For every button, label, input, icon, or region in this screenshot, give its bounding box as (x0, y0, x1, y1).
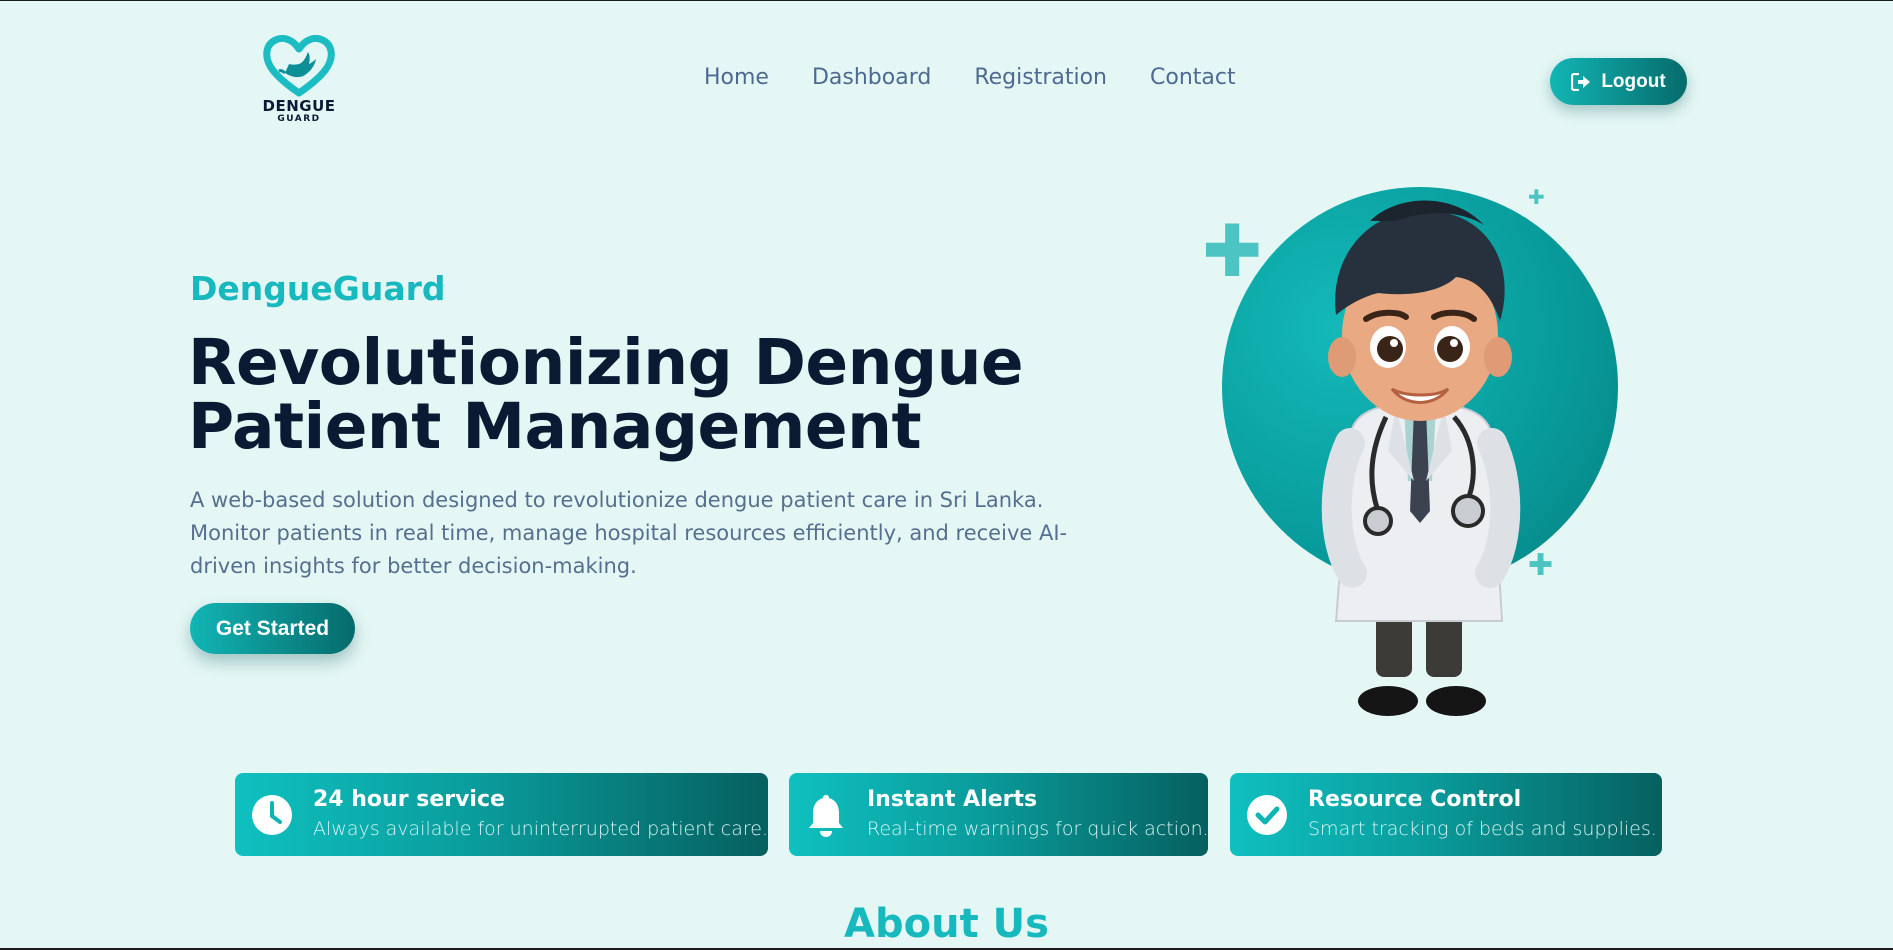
feature-text: Instant Alerts Real-time warnings for qu… (867, 787, 1209, 842)
feature-title: Instant Alerts (867, 787, 1038, 812)
hero-headline-line2: Patient Management (188, 390, 922, 463)
hero-description: A web-based solution designed to revolut… (190, 488, 1068, 578)
feature-title: 24 hour service (313, 787, 505, 812)
about-us-heading: About Us (844, 901, 1049, 947)
feature-description: Always available for uninterrupted patie… (313, 818, 768, 840)
nav-home[interactable]: Home (704, 65, 769, 90)
cartoon-doctor-illustration: ✚ ✚ ✚ (1200, 181, 1618, 741)
logo-line1: DENGUE (262, 97, 336, 115)
hero-brand-label: DengueGuard (190, 269, 446, 308)
nav-dashboard[interactable]: Dashboard (812, 65, 931, 90)
clock-icon (251, 794, 293, 836)
doctor-figure (1321, 200, 1521, 716)
feature-card-resource-control[interactable]: Resource Control Smart tracking of beds … (1230, 773, 1662, 856)
hero-headline-line1: Revolutionizing Dengue (188, 326, 1024, 399)
feature-card-instant-alerts[interactable]: Instant Alerts Real-time warnings for qu… (789, 773, 1209, 856)
main-nav: Home Dashboard Registration Contact (704, 65, 1236, 90)
page: DENGUE GUARD Home Dashboard Registration… (0, 0, 1893, 950)
sign-out-icon (1571, 72, 1591, 91)
get-started-button[interactable]: Get Started (190, 603, 355, 654)
site-logo[interactable]: DENGUE GUARD (260, 35, 338, 124)
nav-registration[interactable]: Registration (974, 65, 1107, 90)
check-circle-icon (1246, 794, 1288, 836)
hero-headline: Revolutionizing Dengue Patient Managemen… (188, 331, 1088, 459)
feature-card-24-hour-service[interactable]: 24 hour service Always available for uni… (235, 773, 768, 856)
bell-icon (805, 794, 847, 837)
logout-label: Logout (1601, 70, 1666, 92)
logo-line2: GUARD (277, 114, 321, 124)
feature-title: Resource Control (1308, 787, 1522, 812)
feature-description: Smart tracking of beds and supplies. (1308, 818, 1657, 840)
feature-description: Real-time warnings for quick action. (867, 818, 1209, 840)
logout-button[interactable]: Logout (1550, 58, 1687, 105)
nav-contact[interactable]: Contact (1150, 65, 1236, 90)
heart-hand-icon (263, 35, 335, 97)
feature-text: 24 hour service Always available for uni… (313, 787, 768, 842)
feature-text: Resource Control Smart tracking of beds … (1308, 787, 1657, 842)
